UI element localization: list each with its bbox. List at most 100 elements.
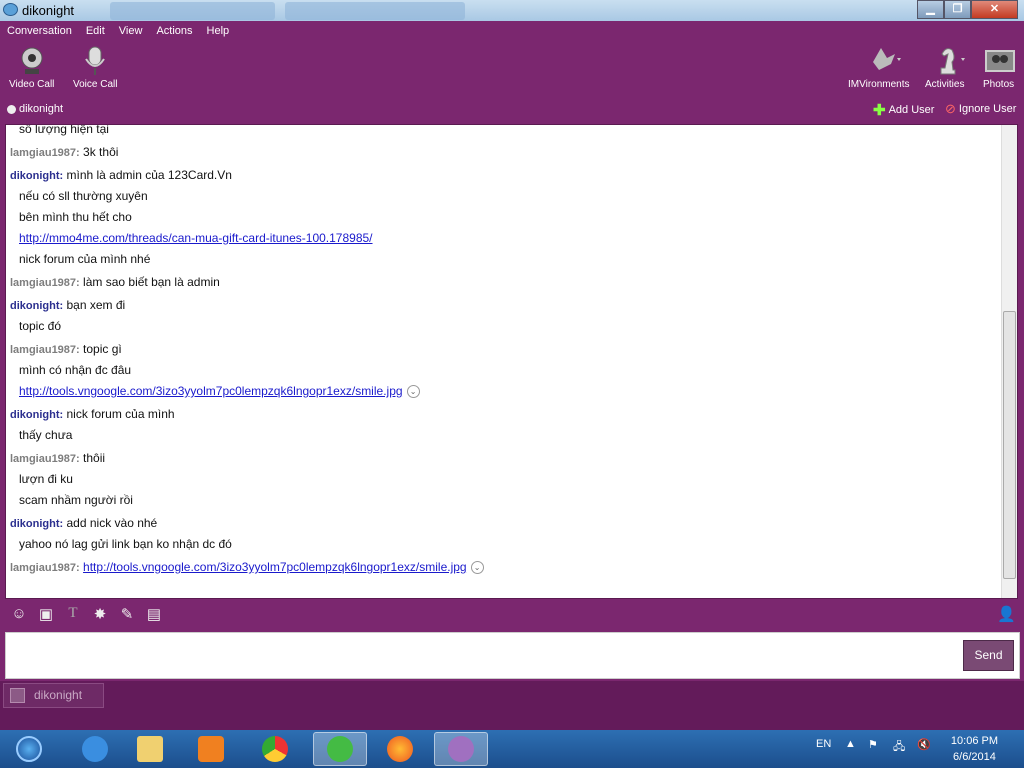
message-text: yahoo nó lag gửi link bạn ko nhận dc đó [19,537,232,551]
sender-name: lamgiau1987: [10,147,80,159]
menu-actions[interactable]: Actions [149,23,199,39]
menu-conversation[interactable]: Conversation [0,23,79,39]
message-line: thấy chưa [10,425,1000,446]
chat-history[interactable]: số lượng hiện tại lamgiau1987: 3k thôi dik… [5,124,1018,599]
chess-knight-icon [931,46,965,76]
message-text: topic đó [19,319,62,333]
voice-call-button[interactable]: Voice Call [73,46,117,90]
message-line: lamgiau1987: thôii [10,448,1000,469]
message-input[interactable]: Send [5,632,1020,679]
message-group: lamgiau1987: làm sao biết bạn là admin [10,272,1000,293]
action-center-icon[interactable]: ⚑ [868,738,878,751]
send-button[interactable]: Send [963,640,1014,671]
activities-button[interactable]: Activities [925,46,965,90]
yahoo-messenger-taskbar-icon[interactable] [434,732,488,766]
message-line: bên mình thu hết cho [10,207,1000,228]
message-line: dikonight: bạn xem đi [10,295,1000,316]
message-line: dikonight: add nick vào nhé [10,513,1000,534]
media-player-icon[interactable] [184,732,238,766]
scrollbar[interactable] [1001,125,1017,598]
network-icon[interactable]: 🖧 [893,738,905,757]
message-line: lượn đi ku [10,469,1000,490]
video-call-button[interactable]: Video Call [9,46,54,90]
leaf-icon [865,46,901,76]
tab-dikonight[interactable]: dikonight [3,683,104,708]
menu-help[interactable]: Help [200,23,237,39]
sender-name: lamgiau1987: [10,562,80,574]
coccoc-browser-icon[interactable] [313,732,367,766]
imvironments-button[interactable]: IMVironments [848,46,910,90]
contact-status[interactable]: dikonight [7,103,63,115]
volume-muted-icon[interactable]: 🔇 [917,738,931,751]
message-line: topic đó [10,316,1000,337]
expand-preview-icon[interactable]: ⌄ [470,561,484,575]
message-group: lamgiau1987: 3k thôi [10,142,1000,163]
menu-bar: Conversation Edit View Actions Help [0,23,236,39]
message-line: số lượng hiện tại [10,125,1000,140]
message-line: yahoo nó lag gửi link bạn ko nhận dc đó [10,534,1000,555]
message-link[interactable]: http://tools.vngoogle.com/3izo3yyolm7pc0… [83,560,467,574]
background-tab [285,2,465,20]
message-group: số lượng hiện tại [10,125,1000,140]
attach-file-icon[interactable]: ✎ [118,605,136,623]
message-text: mình có nhận đc đâu [19,363,132,377]
menu-view[interactable]: View [112,23,150,39]
clock[interactable]: 10:06 PM 6/6/2014 [951,733,998,765]
firefox-icon[interactable] [373,732,427,766]
message-group: dikonight: add nick vào nhé yahoo nó lag … [10,513,1000,555]
emoticon-icon[interactable]: ☺ [10,605,28,623]
message-text: làm sao biết bạn là admin [83,275,220,289]
start-button[interactable] [2,732,56,766]
photos-button[interactable]: Photos [983,46,1015,90]
sender-name: dikonight: [10,518,64,530]
message-text: scam nhầm người rồi [19,493,133,507]
chrome-icon[interactable] [248,732,302,766]
message-line: http://mmo4me.com/threads/can-mua-gift-c… [10,228,1000,249]
minimize-button[interactable]: ▁ [917,0,944,19]
window-title: dikonight [22,3,75,18]
show-hidden-icons[interactable]: ▲ [845,738,856,750]
message-line: lamgiau1987: topic gì [10,339,1000,360]
message-group: dikonight: bạn xem đi topic đó [10,295,1000,337]
share-screen-icon[interactable]: ▤ [145,605,163,623]
message-line: nick forum của mình nhé [10,249,1000,270]
voice-call-label: Voice Call [73,79,118,90]
message-link[interactable]: http://mmo4me.com/threads/can-mua-gift-c… [19,231,373,245]
ignore-user-button[interactable]: ⊘ Ignore User [945,101,1016,117]
message-text: nick forum của mình [66,407,175,421]
maximize-button[interactable]: ❐ [944,0,971,19]
message-line: mình có nhận đc đâu [10,360,1000,381]
imvironments-label: IMVironments [848,79,910,90]
buzz-icon[interactable]: ✸ [91,605,109,623]
microphone-icon [81,46,109,76]
message-text: lượn đi ku [19,472,73,486]
scrollbar-thumb[interactable] [1003,311,1016,579]
add-user-button[interactable]: ✚ Add User [873,101,934,119]
sender-name: dikonight: [10,409,64,421]
activities-label: Activities [925,79,965,90]
message-line: http://tools.vngoogle.com/3izo3yyolm7pc0… [10,381,1000,402]
message-line: lamgiau1987: 3k thôi [10,142,1000,163]
close-button[interactable]: ✕ [971,0,1018,19]
language-indicator[interactable]: EN [816,738,831,750]
message-text: thấy chưa [19,428,73,442]
tab-label: dikonight [34,688,83,702]
message-line: dikonight: mình là admin của 123Card.Vn [10,165,1000,186]
expand-preview-icon[interactable]: ⌄ [406,385,420,399]
internet-explorer-icon[interactable] [68,732,122,766]
message-link[interactable]: http://tools.vngoogle.com/3izo3yyolm7pc0… [19,384,403,398]
sender-name: lamgiau1987: [10,453,80,465]
contact-panel-toggle-icon[interactable]: 👤 [997,605,1016,623]
date: 6/6/2014 [953,751,996,763]
audible-icon[interactable]: ▣ [37,605,55,623]
menu-edit[interactable]: Edit [79,23,112,39]
file-explorer-icon[interactable] [123,732,177,766]
text-format-icon[interactable]: T [64,605,82,623]
photos-label: Photos [983,79,1015,90]
message-line: dikonight: nick forum của mình [10,404,1000,425]
webcam-icon [18,46,46,76]
message-line: lamgiau1987: http://tools.vngoogle.com/3… [10,557,1000,578]
message-group: dikonight: nick forum của mình thấy chưa [10,404,1000,446]
contact-name: dikonight [19,103,64,115]
background-tab [110,2,275,20]
